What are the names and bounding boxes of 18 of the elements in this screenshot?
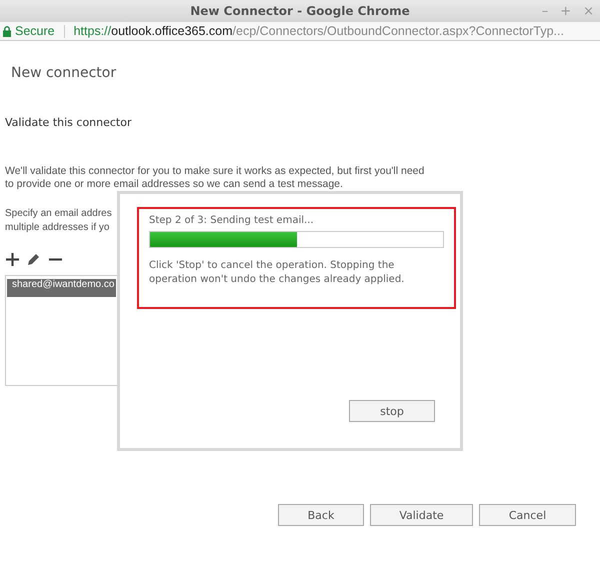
validate-button[interactable]: Validate xyxy=(370,504,473,526)
stop-button[interactable]: stop xyxy=(349,400,435,422)
back-button[interactable]: Back xyxy=(278,504,364,526)
security-label: Secure xyxy=(15,24,55,38)
page-title: New connector xyxy=(11,65,118,81)
window-title: New Connector - Google Chrome xyxy=(190,4,410,18)
section-heading: Validate this connector xyxy=(5,116,132,129)
minus-icon[interactable] xyxy=(49,258,62,260)
message-text: Click 'Stop' to cancel the operation. Stopping the operation won't undo the changes already applied. xyxy=(149,259,406,287)
description-text: We'll validate this connector for you to make sure it works as expected, but first you'll need to provide one or more email addresses so we can send a test message. xyxy=(5,165,424,191)
pencil-icon[interactable] xyxy=(27,252,41,266)
plus-icon[interactable] xyxy=(6,252,19,266)
cancel-button[interactable]: Cancel xyxy=(479,504,576,526)
instruction-text: Specify an email addres multiple addresses if yo xyxy=(5,207,112,235)
url-field[interactable]: https://outlook.office365.com/ecp/Connectors/OutboundConnector.aspx?ConnectorTyp... xyxy=(74,24,564,38)
lock-icon xyxy=(3,26,11,36)
status-text: Step 2 of 3: Sending test email... xyxy=(149,215,315,226)
address-item[interactable]: shared@iwantdemo.co xyxy=(7,279,116,297)
